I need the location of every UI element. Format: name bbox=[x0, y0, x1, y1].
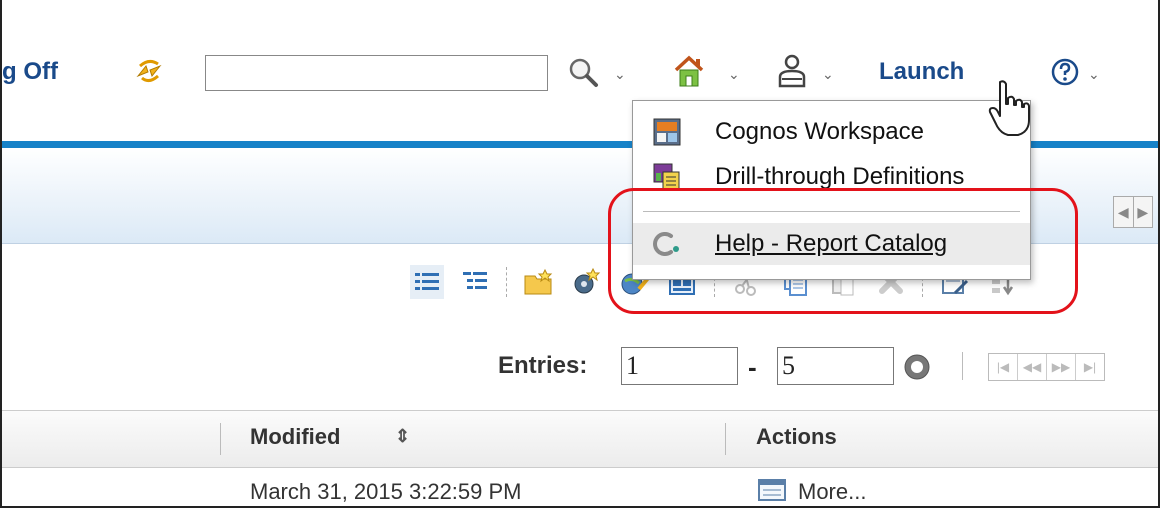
pager-separator bbox=[962, 352, 963, 380]
details-view-icon[interactable] bbox=[458, 265, 492, 299]
column-header-modified[interactable]: Modified bbox=[250, 424, 340, 450]
column-header-actions: Actions bbox=[756, 424, 837, 449]
drill-through-icon bbox=[653, 163, 680, 190]
search-input[interactable] bbox=[205, 55, 548, 91]
entries-from-field[interactable]: 1 bbox=[621, 347, 738, 385]
next-page-icon: ▶▶ bbox=[1047, 354, 1076, 380]
more-actions-icon[interactable] bbox=[758, 478, 788, 502]
first-page-icon: |◀ bbox=[989, 354, 1018, 380]
toolbar-separator bbox=[506, 267, 508, 297]
more-actions-link[interactable]: More... bbox=[798, 479, 866, 505]
previous-page-icon: ◀◀ bbox=[1018, 354, 1047, 380]
sort-icon[interactable]: ⇕ bbox=[395, 426, 410, 447]
new-folder-icon[interactable] bbox=[522, 265, 556, 299]
chevron-down-icon[interactable]: ⌄ bbox=[1088, 66, 1100, 83]
chevron-down-icon[interactable]: ⌄ bbox=[822, 66, 834, 83]
app-window: g Off ⌄ ⌄ ⌄ Launch ⌄ ◀ ▶ Entries: 1 - 5 … bbox=[0, 0, 1160, 508]
last-page-icon: ▶| bbox=[1083, 360, 1097, 374]
new-job-icon[interactable] bbox=[570, 265, 604, 299]
cognos-workspace-icon bbox=[653, 118, 681, 146]
refresh-icon[interactable] bbox=[132, 54, 166, 88]
entries-label: Entries: bbox=[498, 352, 588, 379]
table-cell-modified: March 31, 2015 3:22:59 PM bbox=[250, 479, 522, 504]
column-divider bbox=[725, 423, 726, 455]
highlight-annotation bbox=[608, 188, 1078, 314]
go-icon[interactable] bbox=[903, 353, 931, 381]
search-icon[interactable] bbox=[566, 56, 602, 90]
menu-item-label: Drill-through Definitions bbox=[715, 163, 965, 190]
chevron-down-icon[interactable]: ⌄ bbox=[728, 66, 740, 83]
pager: |◀ ◀◀ ▶▶ ▶| bbox=[988, 353, 1105, 381]
help-icon[interactable] bbox=[1050, 57, 1080, 87]
menu-item-label: Cognos Workspace bbox=[715, 118, 924, 145]
user-icon[interactable] bbox=[775, 53, 809, 89]
scroll-left-icon[interactable]: ◀ bbox=[1114, 197, 1133, 227]
launch-menu-button[interactable]: Launch bbox=[879, 58, 964, 86]
window-border bbox=[0, 0, 2, 506]
home-icon[interactable] bbox=[672, 53, 706, 89]
chevron-down-icon[interactable]: ⌄ bbox=[614, 66, 626, 83]
log-off-link[interactable]: g Off bbox=[2, 58, 58, 86]
menu-item-cognos-workspace[interactable]: Cognos Workspace bbox=[633, 111, 1030, 153]
table-header bbox=[0, 410, 1158, 468]
column-divider bbox=[220, 423, 221, 455]
entries-range-dash: - bbox=[748, 352, 757, 382]
list-view-icon[interactable] bbox=[410, 265, 444, 299]
hand-cursor-icon bbox=[988, 80, 1030, 136]
entries-to-field[interactable]: 5 bbox=[777, 347, 894, 385]
scroll-right-icon[interactable]: ▶ bbox=[1132, 197, 1153, 227]
tab-scroll-buttons[interactable]: ◀ ▶ bbox=[1113, 196, 1153, 228]
